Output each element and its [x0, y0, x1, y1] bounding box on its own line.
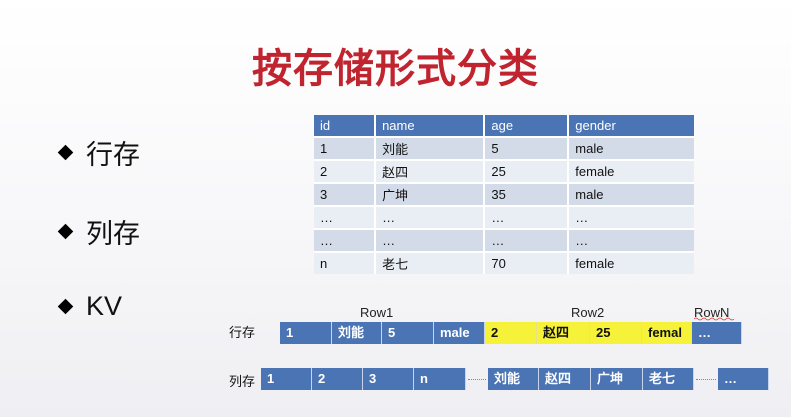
table-cell: 广坤: [375, 182, 486, 206]
column-store-cell: 老七: [643, 368, 694, 390]
column-store-cell: 1: [261, 368, 312, 390]
table-cell: …: [375, 205, 486, 229]
row-store-cell: 2: [485, 322, 537, 344]
bullet-label: 列存: [86, 219, 140, 249]
table-row: … … … …: [314, 205, 694, 229]
table-cell: 3: [314, 182, 377, 206]
column-store-label: 列存: [229, 374, 256, 389]
table-cell: 25: [484, 159, 570, 183]
column-header: gender: [568, 115, 694, 137]
table-row: n 老七 70 female: [314, 251, 694, 274]
diamond-bullet-icon: [57, 144, 74, 161]
row-store-cell: 5: [382, 322, 434, 344]
table-cell: 刘能: [375, 136, 486, 160]
bullet-label: KV: [86, 291, 123, 321]
table-row: 3 广坤 35 male: [314, 182, 694, 206]
table-row: 1 刘能 5 male: [314, 136, 694, 160]
diamond-bullet-icon: [57, 223, 74, 240]
table-cell: 35: [484, 182, 570, 206]
column-store-cell: …: [718, 368, 769, 390]
row-store-cell: 1: [280, 322, 332, 344]
table-cell: 2: [314, 159, 377, 183]
table-cell: male: [568, 182, 694, 206]
row-store-cell: 刘能: [332, 322, 382, 344]
gap-dotted-line: [468, 379, 486, 380]
gap-dotted-line: [696, 379, 716, 380]
column-header: age: [484, 115, 570, 137]
column-store-cell: n: [414, 368, 466, 390]
column-store-cell: 赵四: [539, 368, 591, 390]
column-store-cell: 2: [312, 368, 363, 390]
row-store-label: 行存: [229, 325, 256, 340]
table-cell: 70: [484, 251, 570, 274]
table-cell: male: [568, 136, 694, 160]
column-store-cell: 刘能: [488, 368, 539, 390]
slide-title: 按存储形式分类: [252, 47, 539, 91]
bullet-column-store: 列存: [57, 212, 140, 251]
row-store-cell: …: [692, 322, 742, 344]
table-cell: …: [484, 205, 570, 229]
table-cell: 老七: [375, 251, 486, 274]
table-row: … … … …: [314, 228, 694, 252]
table-cell: 5: [484, 136, 570, 160]
column-store-cell: 广坤: [591, 368, 643, 390]
column-store-cell: 3: [363, 368, 414, 390]
table-cell: 赵四: [375, 159, 486, 183]
row-store-cell: femal: [642, 322, 692, 344]
table-cell: 1: [314, 136, 377, 160]
bullet-row-store: 行存: [57, 133, 140, 172]
row1-label: Row1: [360, 305, 394, 320]
table-cell: …: [314, 205, 377, 229]
table-cell: …: [314, 228, 377, 252]
table-cell: …: [484, 228, 570, 252]
diamond-bullet-icon: [57, 298, 74, 315]
underline-squiggle: [694, 317, 734, 321]
column-header: id: [314, 115, 377, 137]
data-table: id name age gender 1 刘能 5 male 2 赵四 25 f…: [314, 115, 694, 274]
table-cell: female: [568, 251, 694, 274]
table-cell: …: [568, 205, 694, 229]
row-store-cell: 25: [590, 322, 642, 344]
row2-label: Row2: [571, 305, 605, 320]
table-header-row: id name age gender: [314, 115, 694, 137]
table-cell: …: [375, 228, 486, 252]
table-cell: …: [568, 228, 694, 252]
table-row: 2 赵四 25 female: [314, 159, 694, 183]
bullet-label: 行存: [86, 140, 140, 170]
row-store-cell: 赵四: [537, 322, 590, 344]
row-store-cell: male: [434, 322, 485, 344]
bullet-kv: KV: [57, 291, 123, 322]
table-cell: female: [568, 159, 694, 183]
table-cell: n: [314, 251, 377, 274]
column-header: name: [375, 115, 486, 137]
